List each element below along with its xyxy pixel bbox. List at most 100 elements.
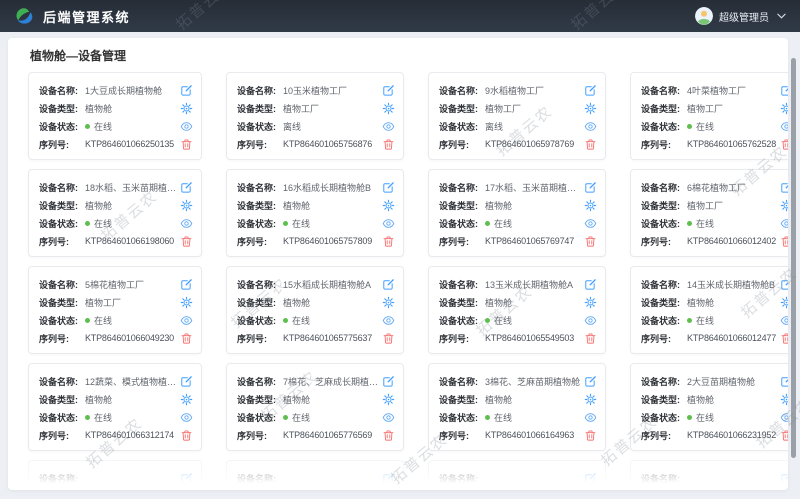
edit-icon[interactable] xyxy=(780,181,788,194)
delete-trash-icon[interactable] xyxy=(382,138,395,151)
settings-gear-icon[interactable] xyxy=(780,296,788,309)
settings-gear-icon[interactable] xyxy=(584,393,597,406)
settings-gear-icon[interactable] xyxy=(180,393,193,406)
delete-trash-icon[interactable] xyxy=(584,235,597,248)
edit-icon[interactable] xyxy=(780,278,788,291)
device-serial-label: 序列号: xyxy=(237,138,283,151)
settings-gear-icon[interactable] xyxy=(382,199,395,212)
device-status-row: 设备状态: 在线 xyxy=(641,311,788,329)
device-status-row: 设备状态: 在线 xyxy=(237,311,395,329)
edit-icon[interactable] xyxy=(780,472,788,485)
device-type-label: 设备类型: xyxy=(439,102,485,115)
edit-icon[interactable] xyxy=(180,84,193,97)
settings-gear-icon[interactable] xyxy=(180,199,193,212)
view-eye-icon[interactable] xyxy=(382,314,395,327)
delete-trash-icon[interactable] xyxy=(180,138,193,151)
device-name-row: 设备名称: 17水稻、玉米苗期植… xyxy=(439,178,597,196)
delete-trash-icon[interactable] xyxy=(180,235,193,248)
edit-icon[interactable] xyxy=(382,278,395,291)
view-eye-icon[interactable] xyxy=(382,411,395,424)
view-eye-icon[interactable] xyxy=(180,217,193,230)
device-type-value: 植物舱 xyxy=(687,393,776,406)
settings-gear-icon[interactable] xyxy=(180,296,193,309)
settings-gear-icon[interactable] xyxy=(780,490,788,491)
settings-gear-icon[interactable] xyxy=(382,296,395,309)
delete-trash-icon[interactable] xyxy=(584,332,597,345)
view-eye-icon[interactable] xyxy=(382,217,395,230)
settings-gear-icon[interactable] xyxy=(780,199,788,212)
edit-icon[interactable] xyxy=(780,84,788,97)
delete-trash-icon[interactable] xyxy=(584,138,597,151)
device-status-label: 设备状态: xyxy=(39,411,85,424)
settings-gear-icon[interactable] xyxy=(382,102,395,115)
device-serial-row: 序列号: KTP864601066250135 xyxy=(39,135,193,153)
settings-gear-icon[interactable] xyxy=(584,296,597,309)
delete-trash-icon[interactable] xyxy=(180,332,193,345)
user-menu[interactable]: 超级管理员 xyxy=(695,7,786,25)
view-eye-icon[interactable] xyxy=(584,120,597,133)
device-name-label: 设备名称: xyxy=(641,472,687,485)
edit-icon[interactable] xyxy=(584,181,597,194)
view-eye-icon[interactable] xyxy=(780,314,788,327)
scrollbar-thumb[interactable] xyxy=(791,58,796,458)
delete-trash-icon[interactable] xyxy=(780,429,788,442)
delete-trash-icon[interactable] xyxy=(180,429,193,442)
device-name-value: 1大豆成长期植物舱 xyxy=(85,84,176,97)
view-eye-icon[interactable] xyxy=(180,314,193,327)
edit-icon[interactable] xyxy=(382,181,395,194)
delete-trash-icon[interactable] xyxy=(780,235,788,248)
device-name-row: 设备名称: 13玉米成长期植物舱A xyxy=(439,275,597,293)
edit-icon[interactable] xyxy=(584,278,597,291)
device-name-label: 设备名称: xyxy=(439,84,485,97)
device-status-label: 设备状态: xyxy=(237,314,283,327)
device-status-value: 离线 xyxy=(485,120,580,133)
view-eye-icon[interactable] xyxy=(780,217,788,230)
device-status-text: 离线 xyxy=(283,120,301,133)
device-name-value: 10玉米植物工厂 xyxy=(283,84,378,97)
device-serial-value: KTP864601065775637 xyxy=(283,333,378,343)
device-type-label: 设备类型: xyxy=(641,199,687,212)
device-card: 设备名称: 6棉花植物工厂 设备类型: 植物工厂 xyxy=(630,169,788,257)
settings-gear-icon[interactable] xyxy=(180,102,193,115)
view-eye-icon[interactable] xyxy=(780,411,788,424)
delete-trash-icon[interactable] xyxy=(584,429,597,442)
view-eye-icon[interactable] xyxy=(780,120,788,133)
view-eye-icon[interactable] xyxy=(180,411,193,424)
delete-trash-icon[interactable] xyxy=(780,138,788,151)
edit-icon[interactable] xyxy=(584,472,597,485)
device-status-text: 在线 xyxy=(292,411,310,424)
edit-icon[interactable] xyxy=(382,84,395,97)
delete-trash-icon[interactable] xyxy=(382,235,395,248)
settings-gear-icon[interactable] xyxy=(780,102,788,115)
settings-gear-icon[interactable] xyxy=(584,199,597,212)
delete-trash-icon[interactable] xyxy=(382,332,395,345)
edit-icon[interactable] xyxy=(780,375,788,388)
edit-icon[interactable] xyxy=(180,181,193,194)
device-card: 设备名称: 设备类型: xyxy=(28,460,202,490)
edit-icon[interactable] xyxy=(180,472,193,485)
view-eye-icon[interactable] xyxy=(584,411,597,424)
edit-icon[interactable] xyxy=(584,84,597,97)
device-status-value: 在线 xyxy=(283,314,378,327)
edit-icon[interactable] xyxy=(180,375,193,388)
settings-gear-icon[interactable] xyxy=(180,490,193,491)
settings-gear-icon[interactable] xyxy=(584,490,597,491)
view-eye-icon[interactable] xyxy=(584,314,597,327)
device-type-row: 设备类型: 植物工厂 xyxy=(641,196,788,214)
settings-gear-icon[interactable] xyxy=(382,490,395,491)
online-status-dot xyxy=(687,124,692,129)
device-type-value: 植物舱 xyxy=(85,199,176,212)
settings-gear-icon[interactable] xyxy=(584,102,597,115)
view-eye-icon[interactable] xyxy=(584,217,597,230)
edit-icon[interactable] xyxy=(180,278,193,291)
settings-gear-icon[interactable] xyxy=(780,393,788,406)
device-name-row: 设备名称: xyxy=(237,469,395,487)
delete-trash-icon[interactable] xyxy=(382,429,395,442)
view-eye-icon[interactable] xyxy=(180,120,193,133)
view-eye-icon[interactable] xyxy=(382,120,395,133)
delete-trash-icon[interactable] xyxy=(780,332,788,345)
settings-gear-icon[interactable] xyxy=(382,393,395,406)
edit-icon[interactable] xyxy=(584,375,597,388)
edit-icon[interactable] xyxy=(382,375,395,388)
edit-icon[interactable] xyxy=(382,472,395,485)
